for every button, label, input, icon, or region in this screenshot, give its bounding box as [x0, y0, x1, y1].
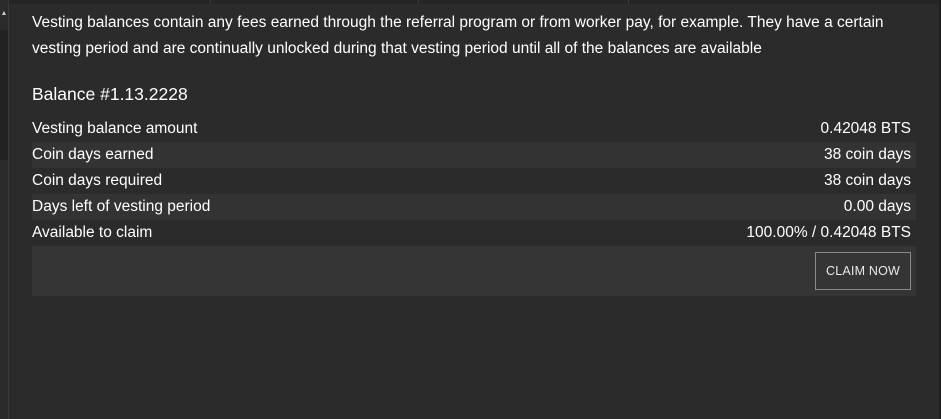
intro-text: Vesting balances contain any fees earned… — [32, 14, 884, 57]
divider — [418, 0, 419, 4]
table-row: Coin days earned 38 coin days — [32, 142, 916, 168]
balance-title: Balance #1.13.2228 — [32, 84, 188, 104]
row-value: 38 coin days — [823, 146, 911, 163]
row-label: Vesting balance amount — [32, 120, 198, 137]
balance-table: Vesting balance amount 0.42048 BTS Coin … — [32, 116, 916, 296]
row-value: 0.42048 BTS — [820, 120, 911, 137]
table-row: Days left of vesting period 0.00 days — [32, 194, 916, 220]
row-value: 100.00% / 0.42048 BTS — [746, 224, 911, 241]
chevron-up-icon[interactable]: ▲ — [0, 10, 8, 18]
row-value: 0.00 days — [843, 198, 911, 215]
row-label: Coin days required — [32, 172, 163, 189]
claim-row: CLAIM NOW — [32, 246, 916, 296]
table-row: Coin days required 38 coin days — [32, 168, 916, 194]
row-label: Coin days earned — [32, 146, 154, 163]
row-label: Available to claim — [32, 224, 153, 241]
table-row: Vesting balance amount 0.42048 BTS — [32, 116, 916, 142]
claim-now-button[interactable]: CLAIM NOW — [815, 252, 911, 290]
vesting-balances-panel: ▲ Vesting balances contain any fees earn… — [0, 0, 941, 419]
table-row: Available to claim 100.00% / 0.42048 BTS — [32, 220, 916, 246]
divider — [628, 0, 629, 4]
divider — [210, 0, 211, 4]
row-value: 38 coin days — [823, 172, 911, 189]
scrollbar[interactable]: ▲ — [0, 0, 9, 419]
scrollbar-thumb[interactable] — [0, 30, 8, 160]
row-label: Days left of vesting period — [32, 198, 211, 215]
top-border — [0, 0, 941, 4]
